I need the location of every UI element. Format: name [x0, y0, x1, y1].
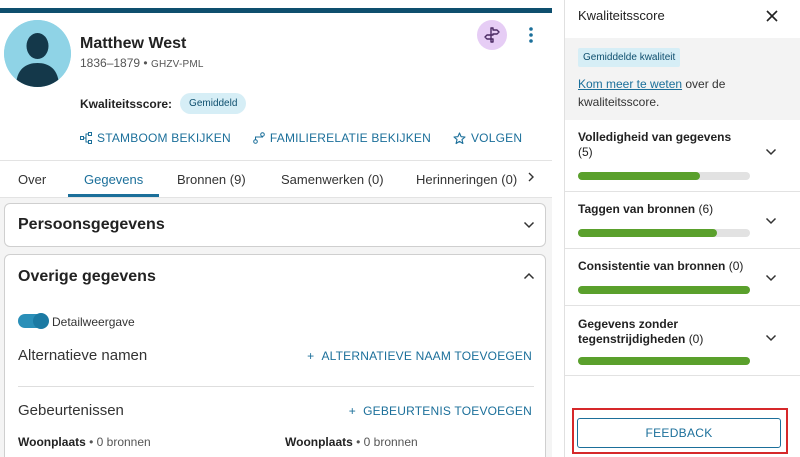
metric-progress-fill — [578, 357, 750, 365]
tab-herinneringen[interactable]: Herinneringen (0) — [416, 172, 517, 187]
plus-icon: + — [348, 404, 364, 418]
chevron-right-icon[interactable] — [526, 171, 536, 183]
follow-button[interactable]: VOLGEN — [453, 131, 522, 145]
tab-bronnen[interactable]: Bronnen (9) — [177, 172, 246, 187]
view-relationship-button[interactable]: FAMILIERELATIE BEKIJKEN — [253, 131, 431, 145]
quality-score-label: Kwaliteitsscore: — [80, 96, 173, 111]
metric-no-conflicts[interactable]: Gegevens zonder tegenstrijdigheden (0) — [565, 306, 800, 376]
person-meta: 1836–1879 • GHZV-PML — [80, 56, 204, 70]
toggle-knob[interactable] — [33, 313, 49, 329]
more-vertical-icon — [529, 27, 533, 43]
view-tree-label: STAMBOOM BEKIJKEN — [97, 131, 231, 145]
person-name: Matthew West — [80, 35, 187, 52]
tab-samenwerken[interactable]: Samenwerken (0) — [281, 172, 384, 187]
metric-progress-bar — [578, 357, 750, 365]
metric-source-tagging[interactable]: Taggen van bronnen (6) — [565, 192, 800, 249]
events-title: Gebeurtenissen — [18, 402, 124, 419]
panel-title: Kwaliteitsscore — [578, 8, 665, 23]
personal-info-title: Persoonsgegevens — [18, 216, 165, 233]
signpost-icon — [484, 27, 500, 43]
tree-icon — [80, 132, 92, 144]
section-divider — [18, 386, 534, 387]
residence-item[interactable]: Woonplaats • 0 bronnen — [18, 435, 151, 449]
metric-progress-fill — [578, 286, 750, 294]
person-id: GHZV-PML — [150, 59, 204, 70]
feedback-button[interactable]: FEEDBACK — [577, 418, 781, 448]
person-page: Matthew West 1836–1879 • GHZV-PML Kwalit… — [0, 0, 552, 457]
metric-source-consistency[interactable]: Consistentie van bronnen (0) — [565, 249, 800, 306]
more-options-button[interactable] — [522, 22, 540, 48]
metric-progress-bar — [578, 172, 750, 180]
person-dates: 1836–1879 — [80, 56, 141, 70]
panel-description: Kom meer te weten over de kwaliteitsscor… — [578, 77, 726, 109]
tab-gegevens[interactable]: Gegevens — [84, 172, 143, 187]
person-actions: STAMBOOM BEKIJKEN FAMILIERELATIE BEKIJKE… — [80, 131, 522, 145]
residence-item[interactable]: Woonplaats • 0 bronnen — [285, 435, 418, 449]
chevron-down-icon[interactable] — [765, 147, 777, 157]
add-event-button[interactable]: + GEBEURTENIS TOEVOEGEN — [349, 404, 532, 418]
tab-over[interactable]: Over — [18, 172, 46, 187]
relationship-icon — [253, 132, 265, 144]
other-info-title: Overige gegevens — [18, 268, 156, 285]
close-icon[interactable] — [762, 6, 782, 26]
metric-progress-bar — [578, 286, 750, 294]
metric-completeness[interactable]: Volledigheid van gegevens (5) — [565, 120, 800, 192]
chevron-down-icon[interactable] — [765, 273, 777, 283]
signpost-button[interactable] — [477, 20, 507, 50]
quality-score-panel: Kwaliteitsscore Gemiddelde kwaliteit Kom… — [564, 0, 800, 457]
quality-score-badge[interactable]: Gemiddeld — [180, 93, 247, 114]
chevron-down-icon[interactable] — [523, 220, 535, 230]
chevron-up-icon[interactable] — [523, 271, 535, 281]
add-alternative-name-button[interactable]: + ALTERNATIEVE NAAM TOEVOEGEN — [307, 349, 532, 363]
alternative-names-title: Alternatieve namen — [18, 347, 148, 364]
view-tree-button[interactable]: STAMBOOM BEKIJKEN — [80, 131, 231, 145]
metric-progress-fill — [578, 172, 701, 180]
metric-progress-fill — [578, 229, 718, 237]
active-tab-indicator — [68, 194, 159, 197]
follow-label: VOLGEN — [470, 131, 523, 145]
view-relationship-label: FAMILIERELATIE BEKIJKEN — [269, 131, 431, 145]
star-icon — [453, 131, 466, 144]
avatar — [4, 20, 71, 87]
detail-view-label: Detailweergave — [52, 315, 135, 329]
top-accent-bar — [0, 8, 552, 13]
quality-level-badge: Gemiddelde kwaliteit — [578, 48, 681, 67]
chevron-down-icon[interactable] — [765, 216, 777, 226]
metric-progress-bar — [578, 229, 750, 237]
chevron-down-icon[interactable] — [765, 333, 777, 343]
other-info-card: Overige gegevens Detailweergave Alternat… — [4, 254, 546, 457]
plus-icon: + — [307, 349, 322, 363]
learn-more-link[interactable]: Kom meer te weten — [578, 77, 682, 91]
tab-bar: Over Gegevens Bronnen (9) Samenwerken (0… — [0, 160, 552, 198]
personal-info-card[interactable]: Persoonsgegevens — [4, 203, 546, 247]
quality-score-row: Kwaliteitsscore: Gemiddeld — [80, 93, 247, 114]
